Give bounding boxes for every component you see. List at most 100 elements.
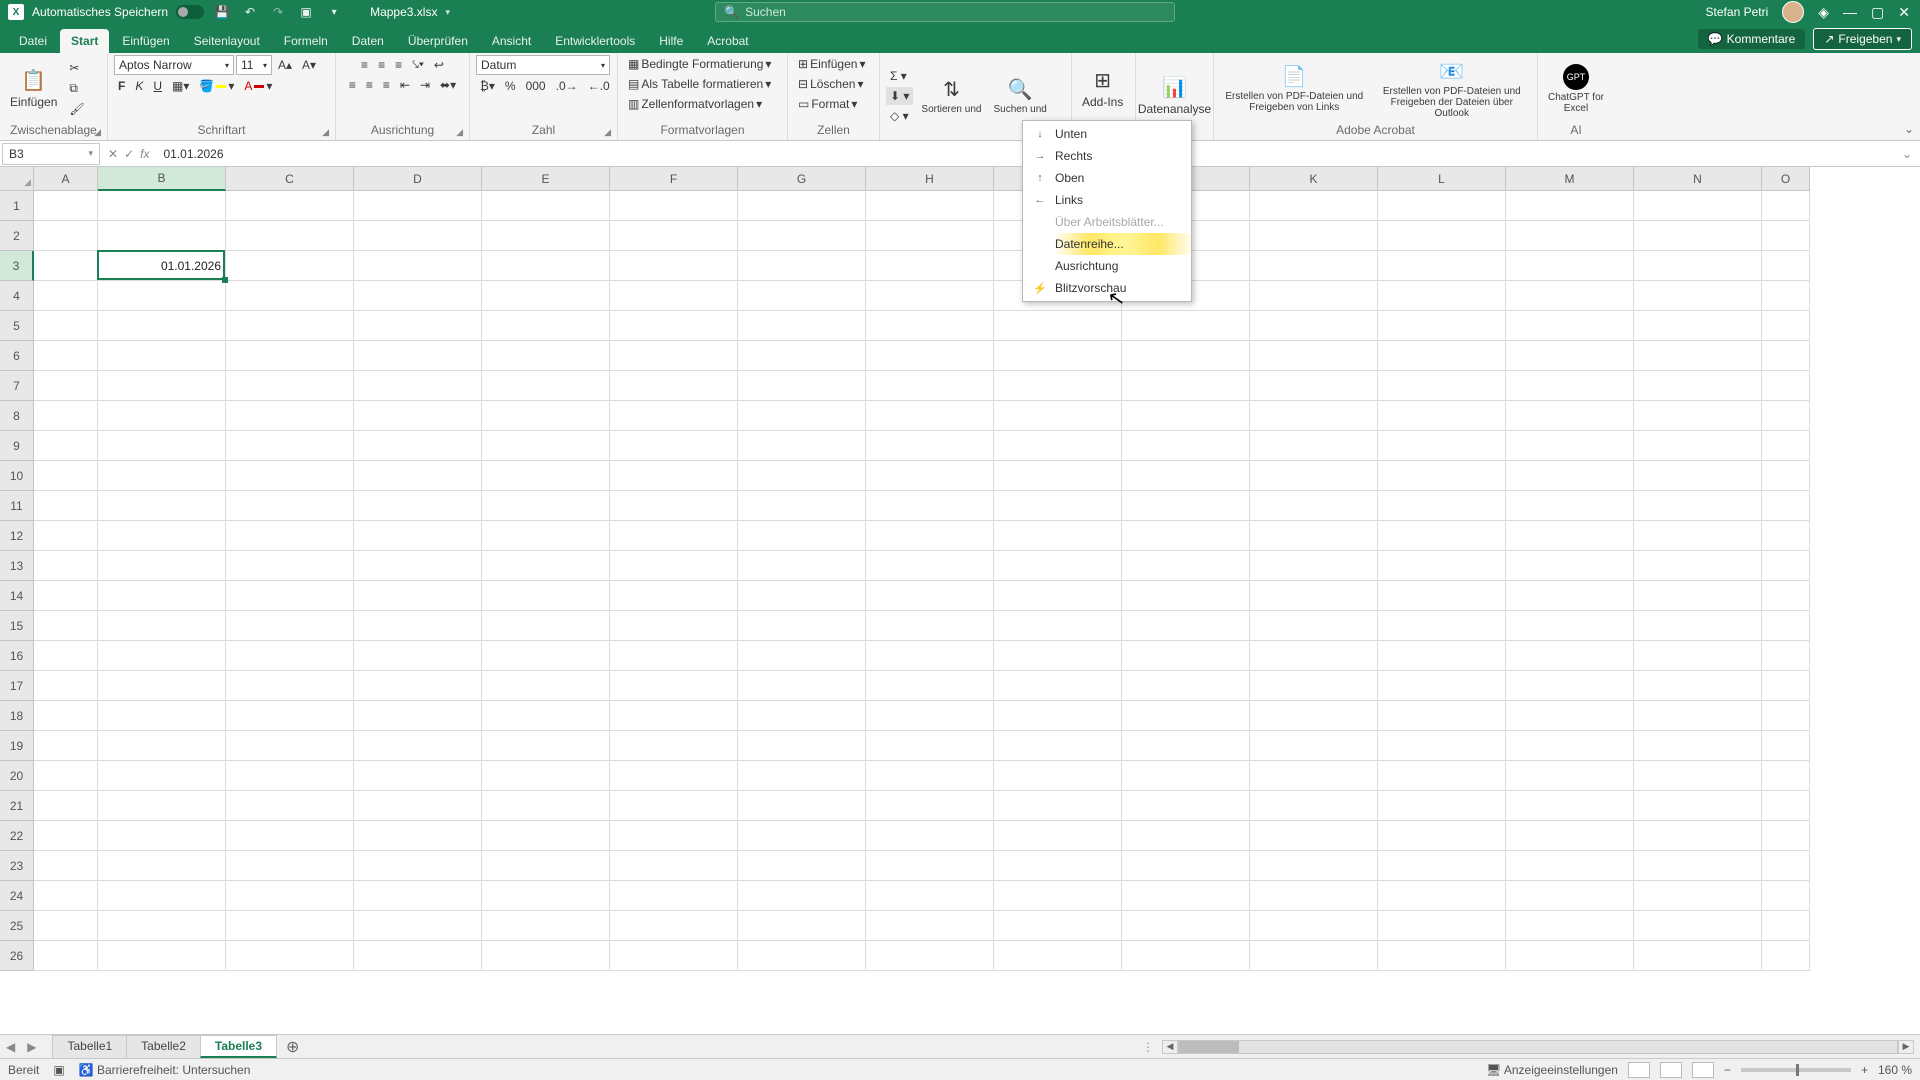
cell[interactable] bbox=[354, 701, 482, 731]
cell[interactable] bbox=[994, 311, 1122, 341]
row-header[interactable]: 6 bbox=[0, 341, 34, 371]
cell[interactable] bbox=[1762, 281, 1810, 311]
cell[interactable] bbox=[98, 701, 226, 731]
cell[interactable] bbox=[866, 821, 994, 851]
cell[interactable] bbox=[1250, 671, 1378, 701]
cell[interactable] bbox=[610, 641, 738, 671]
cell[interactable] bbox=[226, 671, 354, 701]
cell[interactable] bbox=[1506, 701, 1634, 731]
hscroll-left-button[interactable]: ◀ bbox=[1162, 1040, 1178, 1054]
cell[interactable] bbox=[354, 551, 482, 581]
cell[interactable] bbox=[1634, 221, 1762, 251]
cell[interactable] bbox=[34, 761, 98, 791]
search-box[interactable]: 🔍 Suchen bbox=[715, 2, 1175, 22]
cell[interactable] bbox=[34, 941, 98, 971]
cell[interactable] bbox=[1122, 341, 1250, 371]
row-header[interactable]: 11 bbox=[0, 491, 34, 521]
cell[interactable] bbox=[1762, 551, 1810, 581]
cell[interactable] bbox=[610, 221, 738, 251]
cell[interactable] bbox=[1634, 911, 1762, 941]
cell[interactable] bbox=[1378, 791, 1506, 821]
cell[interactable] bbox=[98, 761, 226, 791]
cell[interactable] bbox=[98, 911, 226, 941]
cell[interactable] bbox=[1122, 611, 1250, 641]
cell[interactable] bbox=[994, 491, 1122, 521]
sheet-tab[interactable]: Tabelle3 bbox=[200, 1035, 277, 1058]
cell[interactable] bbox=[1122, 461, 1250, 491]
conditional-formatting-button[interactable]: ▦Bedingte Formatierung ▾ bbox=[624, 55, 775, 73]
cell[interactable] bbox=[994, 611, 1122, 641]
cell[interactable] bbox=[98, 581, 226, 611]
cell[interactable] bbox=[482, 821, 610, 851]
cell[interactable] bbox=[482, 581, 610, 611]
cell[interactable] bbox=[1506, 191, 1634, 221]
horizontal-scrollbar[interactable] bbox=[1178, 1040, 1898, 1054]
cell[interactable] bbox=[354, 521, 482, 551]
cell[interactable] bbox=[1122, 671, 1250, 701]
expand-formula-bar-icon[interactable]: ⌄ bbox=[1894, 147, 1920, 161]
column-header[interactable]: L bbox=[1378, 167, 1506, 191]
cell[interactable] bbox=[866, 401, 994, 431]
cell[interactable] bbox=[1634, 281, 1762, 311]
cell[interactable] bbox=[1762, 941, 1810, 971]
cell[interactable] bbox=[1762, 191, 1810, 221]
cell[interactable] bbox=[994, 881, 1122, 911]
cell[interactable] bbox=[866, 311, 994, 341]
cell[interactable] bbox=[738, 731, 866, 761]
cell[interactable] bbox=[1250, 491, 1378, 521]
cell[interactable] bbox=[482, 731, 610, 761]
percent-button[interactable]: % bbox=[501, 77, 520, 95]
cell[interactable] bbox=[738, 941, 866, 971]
cell[interactable] bbox=[1250, 311, 1378, 341]
cell[interactable] bbox=[1634, 701, 1762, 731]
cell[interactable] bbox=[738, 761, 866, 791]
cell[interactable] bbox=[1378, 941, 1506, 971]
cell[interactable] bbox=[482, 401, 610, 431]
cell[interactable] bbox=[34, 191, 98, 221]
chevron-down-icon[interactable]: ▾ bbox=[88, 148, 93, 159]
cell[interactable] bbox=[1378, 461, 1506, 491]
cell[interactable] bbox=[482, 221, 610, 251]
cell[interactable] bbox=[738, 191, 866, 221]
cell[interactable] bbox=[994, 461, 1122, 491]
cell[interactable] bbox=[1634, 191, 1762, 221]
align-left-button[interactable]: ≡ bbox=[345, 76, 360, 94]
accessibility-status[interactable]: ♿ Barrierefreiheit: Untersuchen bbox=[79, 1063, 251, 1077]
cell[interactable] bbox=[994, 941, 1122, 971]
cell[interactable] bbox=[226, 191, 354, 221]
cell[interactable] bbox=[34, 731, 98, 761]
cell[interactable] bbox=[98, 221, 226, 251]
cell[interactable] bbox=[1378, 191, 1506, 221]
cell[interactable]: 01.01.2026 bbox=[98, 251, 226, 281]
cell[interactable] bbox=[1378, 731, 1506, 761]
cell[interactable] bbox=[1762, 791, 1810, 821]
cell[interactable] bbox=[1634, 851, 1762, 881]
qat-more-icon[interactable]: ▾ bbox=[324, 2, 344, 22]
cell[interactable] bbox=[354, 281, 482, 311]
cell[interactable] bbox=[226, 251, 354, 281]
currency-button[interactable]: ₿▾ bbox=[476, 77, 499, 95]
cell[interactable] bbox=[1506, 761, 1634, 791]
username[interactable]: Stefan Petri bbox=[1706, 5, 1769, 19]
dialog-launcher-icon[interactable]: ◢ bbox=[604, 127, 611, 138]
cut-button[interactable]: ✂ bbox=[65, 59, 88, 77]
cell[interactable] bbox=[1506, 281, 1634, 311]
cell[interactable] bbox=[226, 371, 354, 401]
cell[interactable] bbox=[482, 701, 610, 731]
cell[interactable] bbox=[34, 611, 98, 641]
cell[interactable] bbox=[866, 641, 994, 671]
font-name-combo[interactable]: Aptos Narrow▾ bbox=[114, 55, 234, 75]
cell[interactable] bbox=[226, 911, 354, 941]
align-middle-button[interactable]: ≡ bbox=[374, 55, 389, 74]
format-painter-button[interactable]: 🖌 bbox=[65, 100, 88, 118]
cell[interactable] bbox=[866, 281, 994, 311]
row-header[interactable]: 18 bbox=[0, 701, 34, 731]
fill-color-button[interactable]: 🪣▾ bbox=[195, 77, 238, 95]
cell[interactable] bbox=[738, 581, 866, 611]
sort-filter-button[interactable]: ⇅Sortieren und bbox=[917, 75, 985, 117]
cell[interactable] bbox=[482, 941, 610, 971]
cell[interactable] bbox=[994, 731, 1122, 761]
fill-menu-item[interactable]: ↓Unten bbox=[1023, 123, 1191, 145]
cell[interactable] bbox=[738, 371, 866, 401]
cell[interactable] bbox=[34, 671, 98, 701]
